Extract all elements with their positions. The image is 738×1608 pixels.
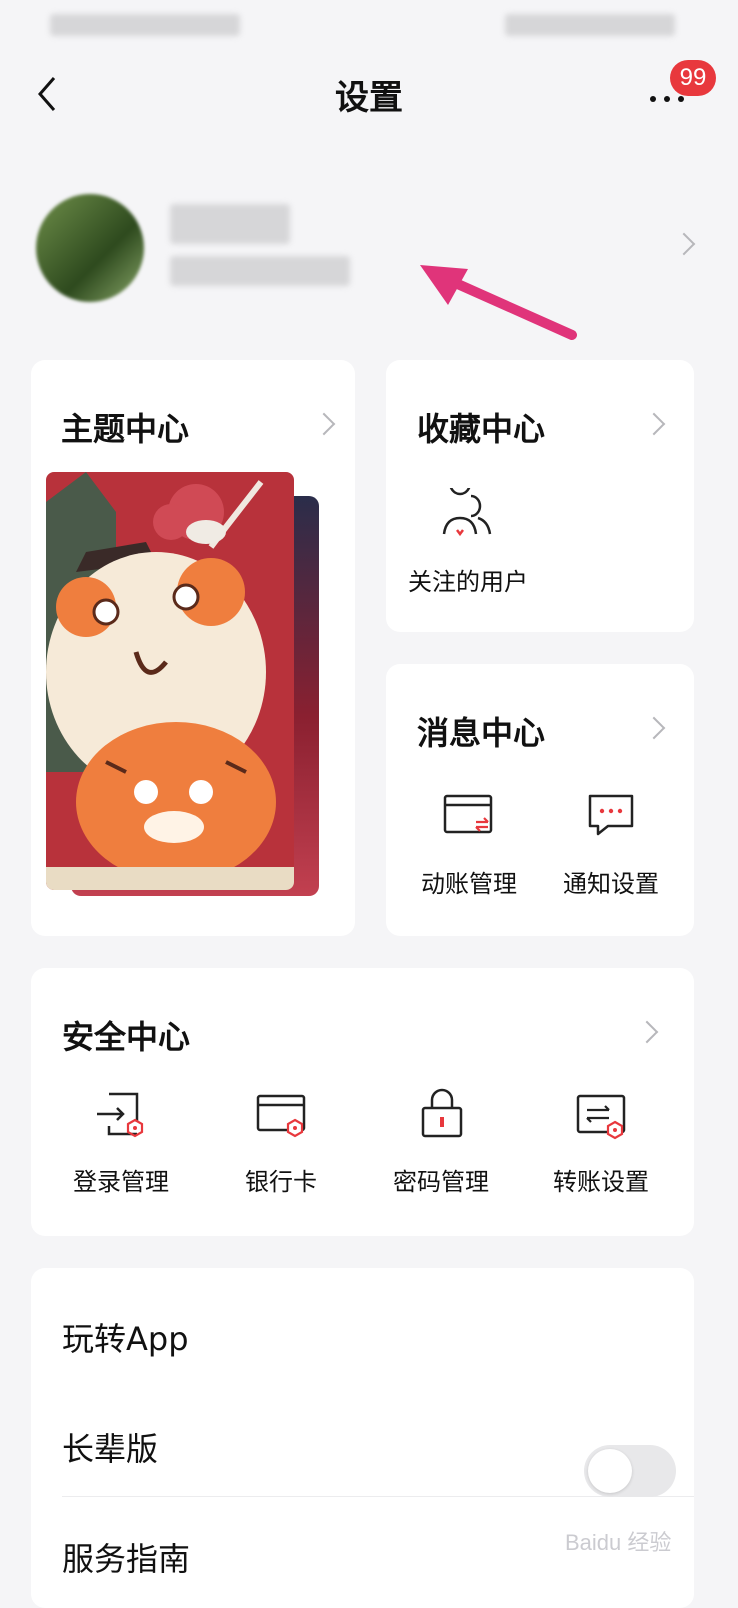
transfer-settings-button[interactable] bbox=[575, 1092, 629, 1144]
annotation-arrow-icon bbox=[420, 265, 577, 340]
service-guide-label[interactable]: 服务指南 bbox=[62, 1534, 190, 1580]
notification-settings-label: 通知设置 bbox=[563, 870, 659, 898]
message-center-card[interactable]: 消息中心 动账管理 通知设置 bbox=[386, 664, 694, 936]
login-icon bbox=[97, 1092, 144, 1138]
followed-users-button[interactable] bbox=[440, 470, 494, 546]
bank-card-icon bbox=[256, 1094, 306, 1138]
security-center-title: 安全中心 bbox=[62, 1018, 191, 1056]
play-app-card: 玩转App 长辈版 服务指南 bbox=[31, 1268, 694, 1608]
lock-icon bbox=[421, 1088, 463, 1138]
divider bbox=[62, 1496, 694, 1497]
profile-account-blurred bbox=[170, 256, 350, 286]
page-title: 设置 bbox=[335, 78, 403, 118]
toggle-knob bbox=[588, 1449, 632, 1493]
status-bar bbox=[0, 0, 738, 50]
account-change-button[interactable] bbox=[442, 792, 496, 842]
password-management-button[interactable] bbox=[419, 1088, 465, 1144]
elder-mode-label: 长辈版 bbox=[62, 1430, 159, 1468]
bank-card-label: 银行卡 bbox=[245, 1168, 317, 1196]
chevron-right-icon bbox=[642, 716, 666, 740]
theme-center-card[interactable]: 主题中心 bbox=[31, 360, 355, 936]
login-management-label: 登录管理 bbox=[73, 1168, 169, 1196]
password-management-label: 密码管理 bbox=[393, 1168, 489, 1196]
tiger-theme-illustration bbox=[46, 472, 294, 890]
profile-name-blurred bbox=[170, 204, 290, 244]
transfer-icon bbox=[576, 1094, 626, 1140]
followed-users-label: 关注的用户 bbox=[408, 568, 528, 596]
security-center-card[interactable]: 安全中心 登录管理 银行卡 密码管理 转账设置 bbox=[31, 968, 694, 1236]
chat-icon bbox=[588, 794, 634, 836]
users-icon bbox=[442, 470, 492, 537]
more-dots-icon bbox=[650, 96, 656, 102]
top-bar: 设置 99 bbox=[0, 56, 738, 136]
transfer-settings-label: 转账设置 bbox=[553, 1168, 649, 1196]
elder-mode-toggle[interactable] bbox=[584, 1445, 676, 1497]
status-time-blurred bbox=[50, 14, 240, 36]
chevron-right-icon bbox=[642, 412, 666, 436]
message-center-title: 消息中心 bbox=[417, 714, 546, 752]
login-management-button[interactable] bbox=[95, 1090, 147, 1144]
account-change-label: 动账管理 bbox=[421, 870, 517, 898]
chevron-right-icon bbox=[672, 232, 696, 256]
theme-center-title: 主题中心 bbox=[61, 410, 190, 448]
bank-card-button[interactable] bbox=[255, 1092, 309, 1144]
status-icons-blurred bbox=[505, 14, 675, 36]
chevron-right-icon bbox=[312, 412, 336, 436]
profile-row[interactable] bbox=[0, 186, 738, 310]
avatar[interactable] bbox=[36, 194, 144, 302]
watermark: Baidu 经验 bbox=[565, 1530, 672, 1555]
theme-preview-tiger[interactable] bbox=[46, 472, 294, 890]
notification-badge: 99 bbox=[670, 60, 716, 96]
favorites-center-card[interactable]: 收藏中心 关注的用户 bbox=[386, 360, 694, 632]
more-dot bbox=[678, 96, 684, 102]
chevron-right-icon bbox=[635, 1020, 659, 1044]
favorites-center-title: 收藏中心 bbox=[417, 410, 546, 448]
play-app-title: 玩转App bbox=[62, 1320, 189, 1358]
notification-settings-button[interactable] bbox=[586, 790, 636, 844]
card-transfer-icon bbox=[443, 794, 493, 834]
more-dot bbox=[664, 96, 670, 102]
